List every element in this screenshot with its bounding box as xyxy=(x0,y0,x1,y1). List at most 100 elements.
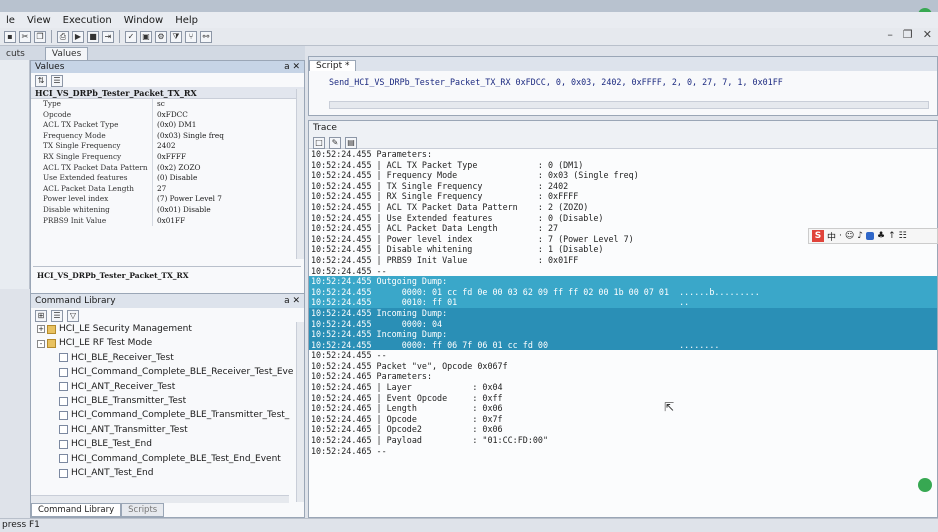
tree-command[interactable]: HCI_BLE_Test_End xyxy=(37,437,304,451)
restore-icon[interactable]: ❐ xyxy=(903,28,913,41)
lock-scroll-icon[interactable]: ▤ xyxy=(345,137,357,149)
trace-line[interactable]: 10:52:24.455 | RX Single Frequency : 0xF… xyxy=(309,191,937,202)
trace-line[interactable]: 10:52:24.455 | ACL TX Packet Data Patter… xyxy=(309,202,937,213)
trace-line[interactable]: 10:52:24.465 | Payload : "01:CC:FD:00" xyxy=(309,435,937,446)
command-library-hscroll[interactable] xyxy=(31,495,289,503)
property-value[interactable]: (7) Power Level 7 xyxy=(153,194,222,205)
stop-icon[interactable]: ■ xyxy=(87,30,99,43)
tree-command[interactable]: HCI_BLE_Transmitter_Test xyxy=(37,394,304,408)
menu-help[interactable]: Help xyxy=(169,15,204,26)
ime-voice-icon[interactable]: ♪ xyxy=(857,231,863,241)
property-row[interactable]: TX Single Frequency 2402 xyxy=(31,141,304,152)
ime-keyboard-icon[interactable] xyxy=(866,232,875,240)
tab-script[interactable]: Script * xyxy=(309,60,357,71)
print-icon[interactable]: ⎙ xyxy=(57,30,69,43)
trace-line[interactable]: 10:52:24.455 | Use Extended features : 0… xyxy=(309,213,937,224)
property-value[interactable]: (0) Disable xyxy=(153,173,197,184)
property-value[interactable]: 0xFFFF xyxy=(153,152,186,163)
property-row[interactable]: ACL TX Packet Data Pattern (0x2) ZOZO xyxy=(31,162,304,174)
property-value[interactable]: (0x2) ZOZO xyxy=(153,163,201,174)
save-icon[interactable]: ▪ xyxy=(4,30,16,43)
property-row[interactable]: Type sc xyxy=(31,99,304,110)
trace-line[interactable]: 10:52:24.455 0010: ff 01 .. xyxy=(309,297,937,308)
trace-line[interactable]: 10:52:24.455 0000: ff 06 7f 06 01 cc fd … xyxy=(309,339,937,351)
property-value[interactable]: 0xFDCC xyxy=(153,110,188,121)
trace-line[interactable]: 10:52:24.455 | Disable whitening : 1 (Di… xyxy=(309,244,937,255)
tree-command[interactable]: HCI_BLE_Receiver_Test xyxy=(37,351,304,365)
trace-line[interactable]: 10:52:24.465 -- xyxy=(309,446,937,457)
step-icon[interactable]: ⇥ xyxy=(102,30,114,43)
tab-scripts[interactable]: Scripts xyxy=(121,503,165,517)
property-value[interactable]: 2402 xyxy=(153,141,176,152)
ime-logo[interactable]: S xyxy=(812,230,824,242)
trace-line[interactable]: 10:52:24.465 | Layer : 0x04 xyxy=(309,382,937,393)
trace-log[interactable]: 10:52:24.455 Parameters: 10:52:24.455 | A… xyxy=(309,149,937,456)
trace-line[interactable]: 10:52:24.465 | Opcode : 0x7f xyxy=(309,414,937,425)
tree-command[interactable]: HCI_ANT_Receiver_Test xyxy=(37,380,304,394)
trace-line[interactable]: 10:52:24.455 Incoming Dump: xyxy=(309,329,937,340)
property-value[interactable]: 0x01FF xyxy=(153,216,185,227)
filter-icon[interactable]: ⧩ xyxy=(170,30,182,43)
copy-icon[interactable]: ❐ xyxy=(34,30,46,43)
trace-line[interactable]: 10:52:24.455 | ACL TX Packet Type : 0 (D… xyxy=(309,160,937,171)
trace-line[interactable]: 10:52:24.455 Parameters: xyxy=(309,149,937,160)
categorize-icon[interactable]: ☰ xyxy=(51,75,63,87)
trace-line[interactable]: 10:52:24.465 | Opcode2 : 0x06 xyxy=(309,424,937,435)
ime-emoji-icon[interactable]: ☺ xyxy=(845,231,854,241)
list-icon[interactable]: ☰ xyxy=(51,310,63,322)
new-trace-icon[interactable]: □ xyxy=(313,137,325,149)
property-value[interactable]: 27 xyxy=(153,184,166,195)
window-icon[interactable]: ▣ xyxy=(140,30,152,43)
tree-command[interactable]: HCI_Command_Complete_BLE_Receiver_Test_E… xyxy=(37,365,304,379)
expander-icon[interactable]: - xyxy=(37,339,45,348)
tree-folder[interactable]: - HCI_LE RF Test Mode xyxy=(37,336,304,350)
property-row[interactable]: RX Single Frequency 0xFFFF xyxy=(31,151,304,163)
tree-command[interactable]: HCI_Command_Complete_BLE_Transmitter_Tes… xyxy=(37,408,304,422)
trace-line[interactable]: 10:52:24.455 0000: 04 xyxy=(309,318,937,330)
property-value[interactable]: (0x0) DM1 xyxy=(153,120,196,131)
ime-menu-icon[interactable]: ☷ xyxy=(899,231,907,241)
trace-line[interactable]: 10:52:24.455 | PRBS9 Init Value : 0x01FF xyxy=(309,255,937,266)
ime-share-icon[interactable]: ↑ xyxy=(888,231,896,241)
trace-line[interactable]: 10:52:24.455 | Frequency Mode : 0x03 (Si… xyxy=(309,170,937,181)
property-row[interactable]: Opcode 0xFDCC xyxy=(31,109,304,121)
property-value[interactable]: sc xyxy=(153,99,165,110)
property-row[interactable]: PRBS9 Init Value 0x01FF xyxy=(31,215,304,227)
menu-file[interactable]: le xyxy=(0,15,21,26)
clear-trace-icon[interactable]: ✎ xyxy=(329,137,341,149)
tab-values[interactable]: Values xyxy=(44,47,89,60)
sort-icon[interactable]: ⇅ xyxy=(35,75,47,87)
tree-command[interactable]: HCI_ANT_Test_End xyxy=(37,466,304,480)
tab-command-library[interactable]: Command Library xyxy=(31,503,122,517)
close-icon[interactable]: a ✕ xyxy=(284,61,304,73)
tree-command[interactable]: HCI_ANT_Transmitter_Test xyxy=(37,423,304,437)
command-library-vscroll[interactable] xyxy=(296,322,304,502)
values-scrollbar[interactable] xyxy=(296,89,304,259)
property-row[interactable]: Power level index (7) Power Level 7 xyxy=(31,194,304,205)
expand-all-icon[interactable]: ⊞ xyxy=(35,310,47,322)
property-row[interactable]: ACL TX Packet Type (0x0) DM1 xyxy=(31,120,304,131)
connect-icon[interactable]: ⚯ xyxy=(200,30,212,43)
minimize-icon[interactable]: – xyxy=(887,28,893,41)
property-value[interactable]: (0x03) Single freq xyxy=(153,131,224,142)
trace-line[interactable]: 10:52:24.465 | Length : 0x06 xyxy=(309,403,937,414)
menu-execution[interactable]: Execution xyxy=(57,15,118,26)
trace-line[interactable]: 10:52:24.455 Outgoing Dump: xyxy=(309,276,937,287)
property-row[interactable]: ACL Packet Data Length 27 xyxy=(31,183,304,195)
values-group-header[interactable]: HCI_VS_DRPb_Tester_Packet_TX_RX xyxy=(31,87,304,99)
check-icon[interactable]: ✓ xyxy=(125,30,137,43)
property-row[interactable]: Disable whitening (0x01) Disable xyxy=(31,204,304,216)
tree-command[interactable]: HCI_Command_Complete_BLE_Test_End_Event xyxy=(37,452,304,466)
trace-line[interactable]: 10:52:24.455 Packet "ve", Opcode 0x067f xyxy=(309,361,937,372)
close-icon[interactable]: ✕ xyxy=(923,28,932,41)
trace-line[interactable]: 10:52:24.455 -- xyxy=(309,266,937,277)
script-hscroll[interactable] xyxy=(329,101,929,109)
filter-icon[interactable]: ▽ xyxy=(67,310,79,322)
property-row[interactable]: Use Extended features (0) Disable xyxy=(31,173,304,184)
tab-shortcuts[interactable]: cuts xyxy=(0,48,31,60)
property-row[interactable]: Frequency Mode (0x03) Single freq xyxy=(31,130,304,142)
ime-toolbar[interactable]: S 中 · ☺ ♪ ♣ ↑ ☷ xyxy=(808,228,938,244)
run-icon[interactable]: ▶ xyxy=(72,30,84,43)
menu-window[interactable]: Window xyxy=(118,15,169,26)
floating-assist-icon[interactable] xyxy=(918,478,932,492)
